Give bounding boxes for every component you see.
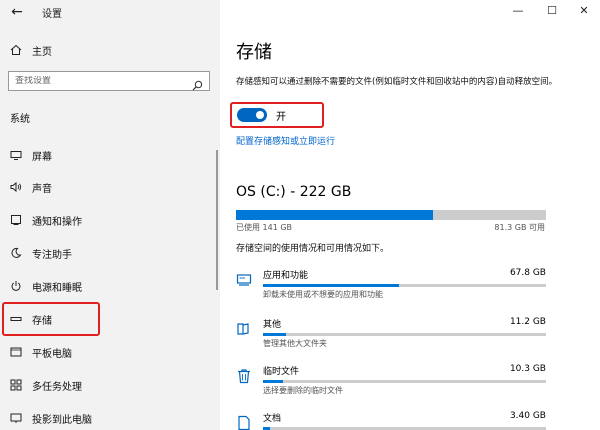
sidebar-item-label: 电源和睡眠 xyxy=(32,282,82,294)
category-subtitle: 管理其他大文件夹 xyxy=(263,339,327,348)
sidebar-item-label: 屏幕 xyxy=(32,151,52,163)
page-title: 存储 xyxy=(236,42,272,63)
category-size: 11.2 GB xyxy=(509,317,546,327)
document-icon xyxy=(236,415,252,430)
sidebar-item-label: 主页 xyxy=(32,46,52,58)
sidebar-scrollbar[interactable] xyxy=(216,150,218,290)
sidebar-item-focus-assist[interactable]: 专注助手 xyxy=(0,241,220,265)
category-size: 3.40 GB xyxy=(509,411,546,421)
section-label: 系统 xyxy=(10,114,30,125)
main-panel: — ☐ ✕ 存储 存储感知可以通过删除不需要的文件(例如临时文件和回收站中的内容… xyxy=(220,0,600,430)
drive-usage-bar xyxy=(236,210,546,220)
sidebar-item-label: 投影到此电脑 xyxy=(32,414,92,426)
category-subtitle: 选择要删除的临时文件 xyxy=(263,386,343,395)
category-apps[interactable]: 应用和功能 67.8 GB 卸载未使用或不想要的应用和功能 xyxy=(236,268,546,308)
home-icon xyxy=(10,44,22,56)
apps-icon xyxy=(236,272,252,288)
sidebar-item-tablet[interactable]: 平板电脑 xyxy=(0,340,220,364)
sidebar-item-label: 通知和操作 xyxy=(32,216,82,228)
maximize-button[interactable]: ☐ xyxy=(540,2,564,20)
usage-description: 存储空间的使用情况和可用情况如下。 xyxy=(236,244,390,254)
storage-highlight-box xyxy=(2,302,100,336)
project-icon xyxy=(10,412,22,424)
configure-storage-sense-link[interactable]: 配置存储感知或立即运行 xyxy=(236,134,335,147)
sidebar-item-power[interactable]: 电源和睡眠 xyxy=(0,274,220,298)
category-bar xyxy=(263,380,546,383)
drive-usage-fill xyxy=(236,210,433,220)
search-input[interactable] xyxy=(9,76,184,86)
titlebar-left: ← 设置 xyxy=(0,0,220,24)
sidebar-item-home[interactable]: 主页 xyxy=(0,38,220,62)
speaker-icon xyxy=(10,181,22,193)
search-box[interactable] xyxy=(8,71,210,91)
sidebar-item-label: 声音 xyxy=(32,183,52,195)
tablet-icon xyxy=(10,346,22,358)
drive-used-label: 已使用 141 GB xyxy=(236,223,293,232)
app-title: 设置 xyxy=(42,9,62,20)
sidebar-item-notifications[interactable]: 通知和操作 xyxy=(0,208,220,232)
toggle-highlight-box xyxy=(230,102,324,128)
storage-sense-description: 存储感知可以通过删除不需要的文件(例如临时文件和回收站中的内容)自动释放空间。 xyxy=(236,77,558,87)
trash-icon xyxy=(236,368,252,384)
category-subtitle: 卸载未使用或不想要的应用和功能 xyxy=(263,290,383,299)
category-size: 10.3 GB xyxy=(509,364,546,374)
moon-icon xyxy=(10,247,22,259)
category-other[interactable]: 其他 11.2 GB 管理其他大文件夹 xyxy=(236,317,546,357)
sidebar-item-label: 专注助手 xyxy=(32,249,72,261)
category-name: 临时文件 xyxy=(263,367,300,377)
category-bar xyxy=(263,333,546,336)
category-name: 应用和功能 xyxy=(263,271,309,281)
category-bar xyxy=(263,284,546,287)
category-temp-files[interactable]: 临时文件 10.3 GB 选择要删除的临时文件 xyxy=(236,364,546,404)
back-button[interactable]: ← xyxy=(8,3,26,21)
power-icon xyxy=(10,280,22,292)
sidebar-item-label: 平板电脑 xyxy=(32,348,72,360)
sidebar-item-label: 多任务处理 xyxy=(32,381,82,393)
sidebar-item-multitasking[interactable]: 多任务处理 xyxy=(0,373,220,397)
category-bar-fill xyxy=(263,380,283,383)
category-size: 67.8 GB xyxy=(509,268,546,278)
sidebar-item-sound[interactable]: 声音 xyxy=(0,175,220,199)
category-name: 其他 xyxy=(263,320,282,330)
search-icon[interactable] xyxy=(192,76,203,91)
category-name: 文档 xyxy=(263,414,282,424)
category-documents[interactable]: 文档 3.40 GB xyxy=(236,411,546,430)
sidebar-item-project[interactable]: 投影到此电脑 xyxy=(0,406,220,430)
close-button[interactable]: ✕ xyxy=(572,2,596,20)
multitask-icon xyxy=(10,379,22,391)
notification-icon xyxy=(10,214,22,226)
category-bar-fill xyxy=(263,333,286,336)
sidebar: ← 设置 主页 系统 屏幕 声音 通知和操作 专 xyxy=(0,0,220,430)
display-icon xyxy=(10,149,22,161)
drive-free-label: 81.3 GB 可用 xyxy=(494,223,545,232)
folder-icon xyxy=(236,321,252,337)
drive-title: OS (C:) - 222 GB xyxy=(236,184,352,200)
category-bar-fill xyxy=(263,284,399,287)
sidebar-item-display[interactable]: 屏幕 xyxy=(0,143,220,167)
minimize-button[interactable]: — xyxy=(506,2,530,20)
